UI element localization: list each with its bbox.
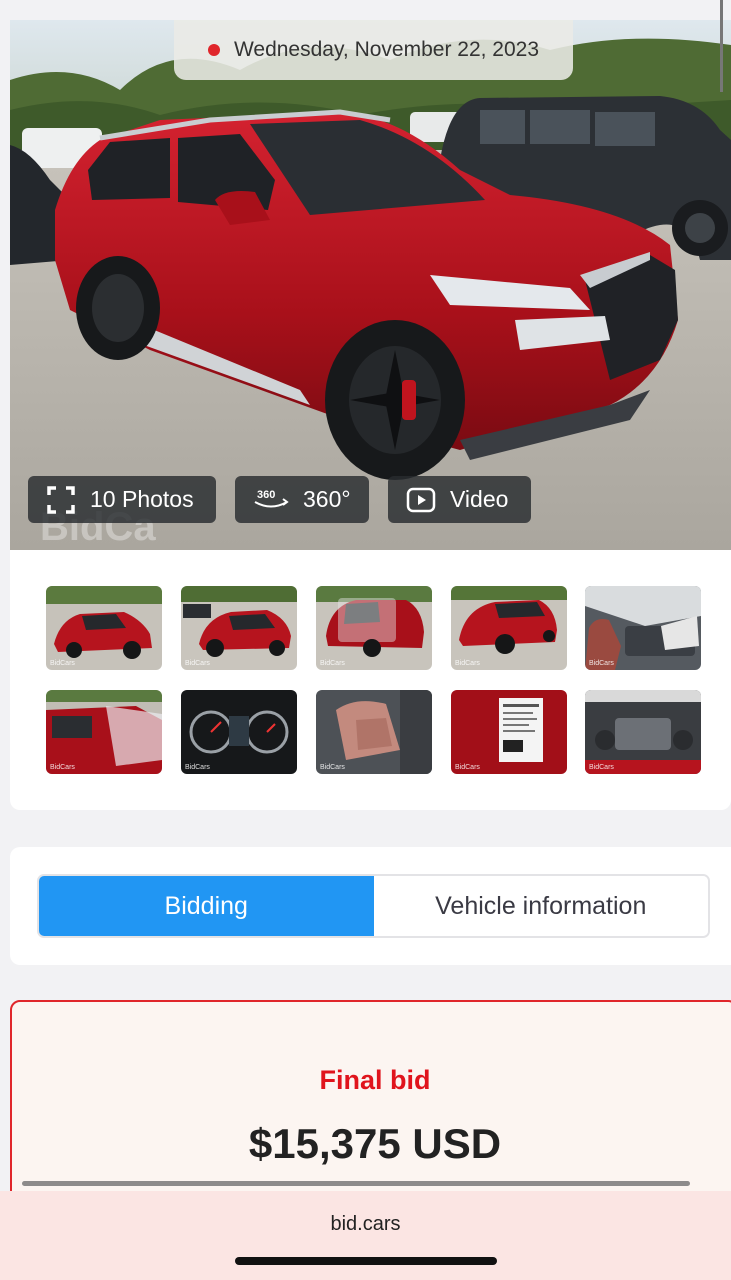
thumbnail-watermark: BidCars: [455, 660, 480, 667]
vehicle-photo-image: BidCa: [10, 20, 731, 550]
thumbnail-2[interactable]: BidCars: [181, 586, 297, 670]
tab-vehicle-information[interactable]: Vehicle information: [373, 876, 708, 936]
segmented-tabs: Bidding Vehicle information: [37, 874, 710, 938]
horizontal-scroll-indicator: [22, 1181, 690, 1186]
live-indicator-dot: [207, 44, 220, 56]
video-button[interactable]: Video: [388, 476, 531, 523]
vertical-scroll-indicator: [720, 0, 723, 92]
auction-date-pill: Wednesday, November 22, 2023: [174, 20, 573, 80]
thumbnail-watermark: BidCars: [320, 764, 345, 771]
thumbnail-watermark: BidCars: [320, 660, 345, 667]
thumbnail-1[interactable]: BidCars: [46, 586, 162, 670]
auction-date-text: Wednesday, November 22, 2023: [233, 38, 540, 61]
tabs-card: Bidding Vehicle information: [10, 847, 731, 965]
final-bid-value: $15,375 USD: [248, 1120, 502, 1167]
view-360-button[interactable]: 360 360°: [235, 476, 369, 523]
final-bid-label: Final bid: [319, 1065, 431, 1095]
photos-button-label: 10 Photos: [90, 486, 194, 512]
thumbnail-watermark: BidCars: [589, 764, 614, 771]
thumbnail-watermark: BidCars: [455, 764, 480, 771]
play-icon: [406, 487, 436, 512]
thumbnail-7[interactable]: BidCars: [181, 690, 297, 774]
thumbnail-3[interactable]: BidCars: [316, 586, 432, 670]
tab-bidding[interactable]: Bidding: [39, 876, 374, 936]
thumbnail-watermark: BidCars: [50, 764, 75, 771]
thumbnail-9[interactable]: BidCars: [451, 690, 567, 774]
thumbnail-watermark: BidCars: [185, 660, 210, 667]
thumbnail-watermark: BidCars: [50, 660, 75, 667]
thumbnail-watermark: BidCars: [589, 660, 614, 667]
url-text[interactable]: bid.cars: [0, 1213, 731, 1236]
thumbnail-6[interactable]: BidCars: [46, 690, 162, 774]
thumbnail-watermark: BidCars: [185, 764, 210, 771]
view-360-label: 360°: [303, 486, 351, 512]
home-indicator[interactable]: [235, 1257, 497, 1265]
fullscreen-icon: [47, 485, 75, 514]
thumbnail-8[interactable]: BidCars: [316, 690, 432, 774]
main-vehicle-photo[interactable]: BidCa Wednesday, November 22, 2023 10 Ph…: [10, 20, 731, 550]
rotate-360-icon: 360: [254, 489, 289, 507]
thumbnail-10[interactable]: BidCars: [585, 690, 701, 774]
video-button-label: Video: [450, 486, 509, 512]
thumbnail-4[interactable]: BidCars: [451, 586, 567, 670]
thumbnail-5[interactable]: BidCars: [585, 586, 701, 670]
svg-text:360: 360: [257, 489, 275, 501]
thumbnail-gallery: BidCars BidCars BidCars BidCars BidCars …: [10, 550, 731, 810]
photos-button[interactable]: 10 Photos: [28, 476, 216, 523]
browser-address-bar[interactable]: bid.cars: [0, 1191, 731, 1280]
